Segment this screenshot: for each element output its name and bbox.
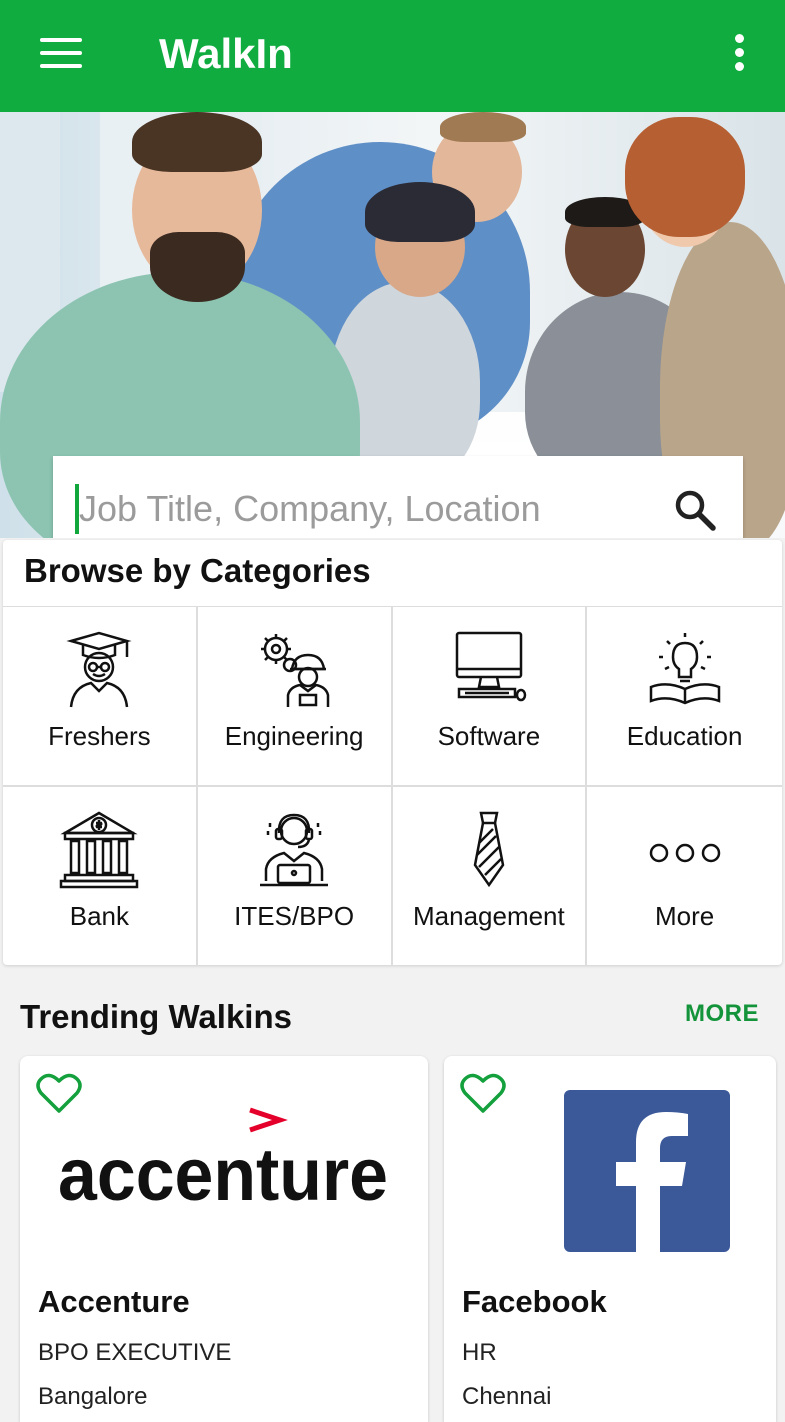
desktop-computer-icon bbox=[455, 631, 527, 702]
categories-grid: Freshers Engineering Software Education … bbox=[3, 606, 782, 966]
more-dots-icon bbox=[649, 843, 720, 863]
trending-more-link[interactable]: MORE bbox=[685, 1000, 759, 1028]
search-bar[interactable] bbox=[53, 456, 743, 538]
category-bank[interactable]: Bank bbox=[3, 787, 198, 966]
category-label: Bank bbox=[69, 901, 129, 931]
graduate-icon bbox=[66, 631, 132, 708]
card-location: Chennai bbox=[462, 1383, 552, 1410]
category-software[interactable]: Software bbox=[392, 607, 588, 787]
card-location: Bangalore bbox=[38, 1383, 148, 1410]
category-label: Engineering bbox=[224, 721, 364, 751]
category-label: Software bbox=[437, 721, 541, 751]
search-input[interactable] bbox=[79, 476, 659, 538]
category-label: More bbox=[655, 901, 715, 931]
lightbulb-book-icon bbox=[649, 633, 720, 705]
search-icon[interactable] bbox=[673, 488, 717, 532]
category-ites-bpo[interactable]: ITES/BPO bbox=[198, 787, 393, 966]
walkin-card-accenture[interactable]: accenture Accenture BPO EXECUTIVE Bangal… bbox=[20, 1056, 428, 1422]
hamburger-menu-icon[interactable] bbox=[40, 38, 84, 70]
category-education[interactable]: Education bbox=[587, 607, 782, 787]
accenture-logo: accenture bbox=[58, 1107, 388, 1214]
card-role: HR bbox=[462, 1339, 497, 1366]
facebook-logo bbox=[564, 1090, 730, 1252]
category-label: Freshers bbox=[48, 721, 151, 751]
card-company: Facebook bbox=[462, 1284, 607, 1319]
necktie-icon bbox=[473, 811, 505, 888]
app-title: WalkIn bbox=[159, 30, 293, 77]
category-label: ITES/BPO bbox=[234, 901, 355, 931]
card-role: BPO EXECUTIVE bbox=[38, 1339, 232, 1366]
category-management[interactable]: Management bbox=[393, 787, 588, 966]
category-engineering[interactable]: Engineering bbox=[197, 607, 393, 787]
category-more[interactable]: More bbox=[587, 787, 782, 966]
app-bar: WalkIn bbox=[0, 0, 785, 112]
categories-heading: Browse by Categories bbox=[24, 552, 371, 589]
category-freshers[interactable]: Freshers bbox=[3, 607, 198, 787]
category-label: Education bbox=[626, 721, 743, 751]
bank-building-icon bbox=[60, 811, 139, 889]
engineer-gears-icon bbox=[261, 634, 330, 707]
accenture-logo-text: accenture bbox=[58, 1133, 388, 1214]
categories-card: Browse by Categories Freshers Engineerin… bbox=[3, 540, 782, 966]
favorite-heart-icon[interactable] bbox=[459, 1071, 507, 1115]
overflow-menu-icon[interactable] bbox=[729, 34, 749, 74]
hero-banner-image bbox=[0, 112, 785, 538]
walkin-card-facebook[interactable]: Facebook HR Chennai bbox=[444, 1056, 776, 1422]
card-company: Accenture bbox=[38, 1284, 190, 1319]
trending-heading: Trending Walkins bbox=[20, 998, 292, 1035]
call-center-agent-icon bbox=[260, 813, 329, 887]
category-label: Management bbox=[412, 901, 565, 931]
